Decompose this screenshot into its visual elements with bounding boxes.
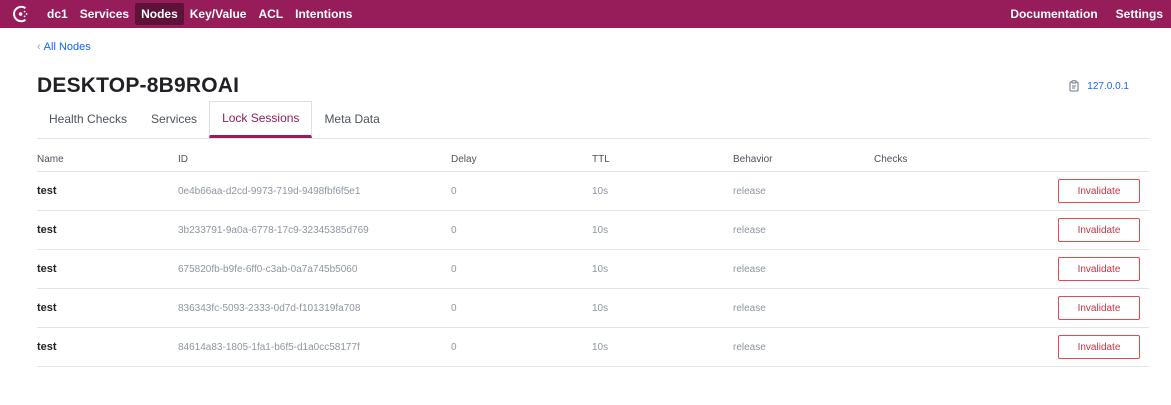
header-behavior: Behavior <box>733 154 773 165</box>
breadcrumb[interactable]: ‹ All Nodes <box>37 41 91 53</box>
table-row: test 3b233791-9a0a-6778-17c9-32345385d76… <box>37 211 1149 250</box>
lock-sessions-table: Name ID Delay TTL Behavior Checks test 0… <box>37 148 1149 367</box>
top-navigation: dc1 Services Nodes Key/Value ACL Intenti… <box>0 0 1171 28</box>
page-title: DESKTOP-8B9ROAI <box>37 74 240 97</box>
session-id: 0e4b66aa-d2cd-9973-719d-9498fbf6f5e1 <box>178 185 361 197</box>
table-row: test 836343fc-5093-2333-0d7d-f101319fa70… <box>37 289 1149 328</box>
session-id: 675820fb-b9fe-6ff0-c3ab-0a7a745b5060 <box>178 263 358 275</box>
session-delay: 0 <box>451 263 457 275</box>
header-checks: Checks <box>874 154 908 165</box>
nav-nodes[interactable]: Nodes <box>135 3 184 25</box>
session-behavior: release <box>733 341 766 353</box>
tab-services[interactable]: Services <box>139 101 209 138</box>
session-id: 3b233791-9a0a-6778-17c9-32345385d769 <box>178 224 369 236</box>
session-delay: 0 <box>451 302 457 314</box>
session-id: 84614a83-1805-1fa1-b6f5-d1a0cc58177f <box>178 341 360 353</box>
breadcrumb-all-nodes[interactable]: All Nodes <box>44 41 91 53</box>
invalidate-button[interactable]: Invalidate <box>1058 335 1140 359</box>
session-name: test <box>37 224 57 236</box>
nav-services[interactable]: Services <box>74 3 135 25</box>
header-name: Name <box>37 154 64 165</box>
session-ttl: 10s <box>592 224 609 236</box>
session-behavior: release <box>733 263 766 275</box>
nav-acl[interactable]: ACL <box>252 3 289 25</box>
table-row: test 675820fb-b9fe-6ff0-c3ab-0a7a745b506… <box>37 250 1149 289</box>
tab-meta-data[interactable]: Meta Data <box>312 101 391 138</box>
table-header: Name ID Delay TTL Behavior Checks <box>37 148 1149 172</box>
invalidate-button[interactable]: Invalidate <box>1058 179 1140 203</box>
session-delay: 0 <box>451 185 457 197</box>
invalidate-button[interactable]: Invalidate <box>1058 296 1140 320</box>
session-ttl: 10s <box>592 302 609 314</box>
session-name: test <box>37 341 57 353</box>
nav-settings[interactable]: Settings <box>1110 3 1169 25</box>
session-ttl: 10s <box>592 185 609 197</box>
nav-key-value[interactable]: Key/Value <box>184 3 253 25</box>
header-id: ID <box>178 154 188 165</box>
consul-logo-icon[interactable] <box>11 4 31 24</box>
session-behavior: release <box>733 185 766 197</box>
invalidate-button[interactable]: Invalidate <box>1058 218 1140 242</box>
chevron-left-icon: ‹ <box>37 41 41 53</box>
session-behavior: release <box>733 302 766 314</box>
nav-intentions[interactable]: Intentions <box>289 3 358 25</box>
nav-datacenter[interactable]: dc1 <box>41 3 74 25</box>
header-delay: Delay <box>451 154 477 165</box>
tab-lock-sessions[interactable]: Lock Sessions <box>209 101 313 138</box>
session-name: test <box>37 263 57 275</box>
node-address[interactable]: 127.0.0.1 <box>1069 80 1129 92</box>
session-id: 836343fc-5093-2333-0d7d-f101319fa708 <box>178 302 361 314</box>
session-delay: 0 <box>451 224 457 236</box>
table-row: test 0e4b66aa-d2cd-9973-719d-9498fbf6f5e… <box>37 172 1149 211</box>
header-ttl: TTL <box>592 154 610 165</box>
invalidate-button[interactable]: Invalidate <box>1058 257 1140 281</box>
tab-health-checks[interactable]: Health Checks <box>37 101 139 138</box>
session-ttl: 10s <box>592 341 609 353</box>
nav-documentation[interactable]: Documentation <box>1004 3 1103 25</box>
node-tabs: Health Checks Services Lock Sessions Met… <box>37 101 1149 139</box>
session-ttl: 10s <box>592 263 609 275</box>
clipboard-icon[interactable] <box>1069 80 1080 92</box>
address-value[interactable]: 127.0.0.1 <box>1087 81 1129 92</box>
table-row: test 84614a83-1805-1fa1-b6f5-d1a0cc58177… <box>37 328 1149 367</box>
session-delay: 0 <box>451 341 457 353</box>
session-behavior: release <box>733 224 766 236</box>
session-name: test <box>37 185 57 197</box>
session-name: test <box>37 302 57 314</box>
